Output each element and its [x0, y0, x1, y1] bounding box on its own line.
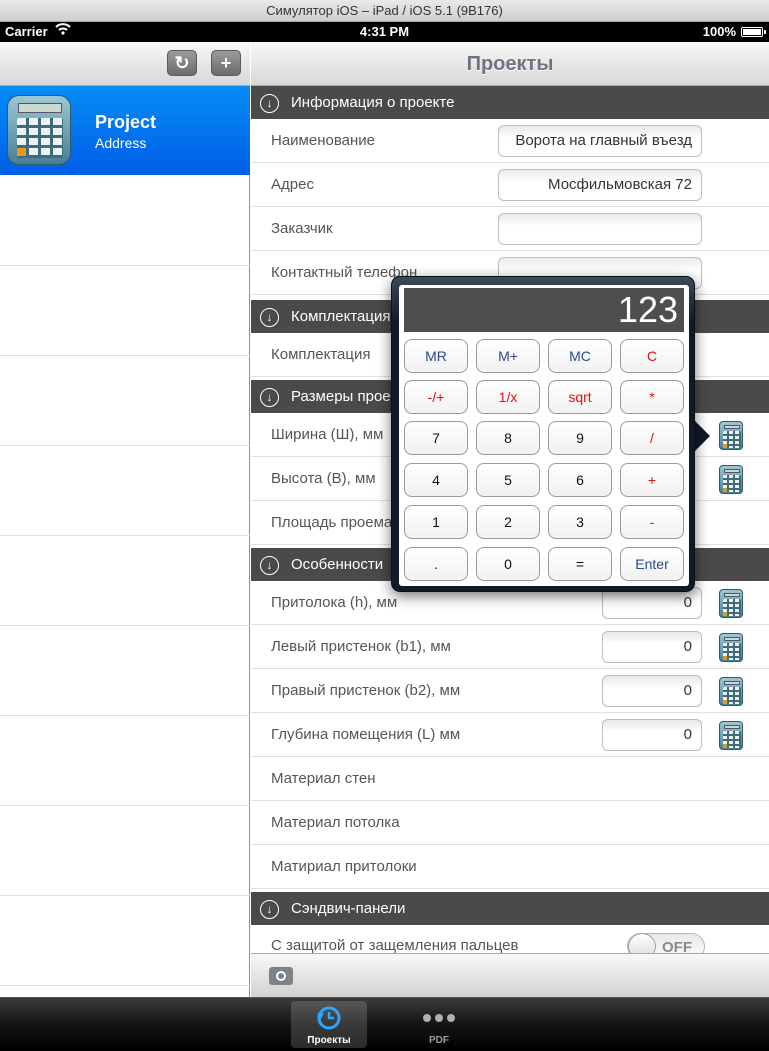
row-right-wall: Правый пристенок (b2), мм 0 — [251, 669, 769, 713]
popover-arrow — [694, 420, 710, 452]
list-separator — [0, 535, 250, 536]
name-field[interactable]: Ворота на главный въезд — [498, 125, 702, 157]
project-list-item-selected[interactable]: Project Address — [0, 86, 250, 175]
key-enter[interactable]: Enter — [620, 547, 684, 581]
key-5[interactable]: 5 — [476, 463, 540, 497]
left-wall-field[interactable]: 0 — [602, 631, 702, 663]
add-project-button[interactable]: + — [211, 50, 241, 76]
list-separator — [0, 805, 250, 806]
project-title: Project — [95, 112, 157, 132]
collapse-arrow-icon: ↓ — [260, 94, 279, 113]
collapse-arrow-icon: ↓ — [260, 388, 279, 407]
row-ceiling-material[interactable]: Материал потолка — [251, 801, 769, 845]
camera-icon[interactable] — [269, 967, 293, 985]
right-wall-field[interactable]: 0 — [602, 675, 702, 707]
key-minus[interactable]: - — [620, 505, 684, 539]
key-mc[interactable]: MC — [548, 339, 612, 373]
key-6[interactable]: 6 — [548, 463, 612, 497]
key-0[interactable]: 0 — [476, 547, 540, 581]
calculator-popover: 123 MR M+ MC C -/+ 1/x sqrt * 7 8 9 / 4 … — [391, 276, 695, 592]
depth-field[interactable]: 0 — [602, 719, 702, 751]
key-2[interactable]: 2 — [476, 505, 540, 539]
simulator-title: Симулятор iOS – iPad / iOS 5.1 (9B176) — [0, 0, 769, 22]
key-divide[interactable]: / — [620, 421, 684, 455]
battery-icon — [741, 27, 766, 37]
calculator-icon[interactable] — [719, 589, 743, 618]
row-name: Наименование Ворота на главный въезд — [251, 119, 769, 163]
section-header-sandwich[interactable]: ↓ Сэндвич-панели — [251, 892, 769, 925]
address-field[interactable]: Мосфильмовская 72 — [498, 169, 702, 201]
calculator-icon[interactable] — [719, 421, 743, 450]
clock-sync-icon — [315, 1005, 343, 1031]
plus-icon: + — [220, 53, 232, 73]
key-plus[interactable]: + — [620, 463, 684, 497]
list-separator — [0, 895, 250, 896]
row-address: Адрес Мосфильмовская 72 — [251, 163, 769, 207]
project-subtitle: Address — [95, 135, 147, 151]
tab-pdf[interactable]: PDF — [401, 1001, 477, 1048]
tab-bar: Проекты PDF — [0, 997, 769, 1051]
list-separator — [0, 355, 250, 356]
key-sign[interactable]: -/+ — [404, 380, 468, 414]
calculator-icon[interactable] — [719, 721, 743, 750]
refresh-button[interactable]: ↻ — [167, 50, 197, 76]
calculator-display: 123 — [404, 288, 684, 332]
more-dots-icon — [423, 1014, 455, 1022]
key-3[interactable]: 3 — [548, 505, 612, 539]
list-separator — [0, 265, 250, 266]
list-separator — [0, 985, 250, 986]
master-nav-bar: ↻ + — [0, 42, 250, 86]
status-bar: Carrier 4:31 PM 100% — [0, 22, 769, 42]
row-left-wall: Левый пристенок (b1), мм 0 — [251, 625, 769, 669]
status-time: 4:31 PM — [359, 24, 410, 39]
tab-projects[interactable]: Проекты — [291, 1001, 367, 1048]
key-reciprocal[interactable]: 1/x — [476, 380, 540, 414]
row-lintel-material[interactable]: Матириал притолоки — [251, 845, 769, 889]
calculator-app-icon — [7, 95, 71, 165]
key-clear[interactable]: C — [620, 339, 684, 373]
list-separator — [0, 445, 250, 446]
key-mplus[interactable]: M+ — [476, 339, 540, 373]
key-4[interactable]: 4 — [404, 463, 468, 497]
collapse-arrow-icon: ↓ — [260, 308, 279, 327]
key-sqrt[interactable]: sqrt — [548, 380, 612, 414]
row-wall-material[interactable]: Материал стен — [251, 757, 769, 801]
section-header-info[interactable]: ↓ Информация о проекте — [251, 86, 769, 119]
collapse-arrow-icon: ↓ — [260, 556, 279, 575]
key-9[interactable]: 9 — [548, 421, 612, 455]
key-dot[interactable]: . — [404, 547, 468, 581]
key-mr[interactable]: MR — [404, 339, 468, 373]
calculator-panel: 123 MR M+ MC C -/+ 1/x sqrt * 7 8 9 / 4 … — [399, 285, 689, 586]
collapse-arrow-icon: ↓ — [260, 900, 279, 919]
key-multiply[interactable]: * — [620, 380, 684, 414]
calculator-icon[interactable] — [719, 465, 743, 494]
calculator-icon[interactable] — [719, 633, 743, 662]
page-title: Проекты — [251, 42, 769, 86]
refresh-icon: ↻ — [174, 53, 190, 73]
row-customer: Заказчик — [251, 207, 769, 251]
customer-field[interactable] — [498, 213, 702, 245]
list-separator — [0, 625, 250, 626]
key-8[interactable]: 8 — [476, 421, 540, 455]
master-pane: ↻ + Project Address — [0, 42, 250, 997]
battery-percent: 100% — [702, 24, 736, 39]
key-1[interactable]: 1 — [404, 505, 468, 539]
row-depth: Глубина помещения (L) мм 0 — [251, 713, 769, 757]
list-separator — [0, 715, 250, 716]
key-equals[interactable]: = — [548, 547, 612, 581]
calculator-icon[interactable] — [719, 677, 743, 706]
detail-toolbar — [251, 953, 769, 997]
key-7[interactable]: 7 — [404, 421, 468, 455]
